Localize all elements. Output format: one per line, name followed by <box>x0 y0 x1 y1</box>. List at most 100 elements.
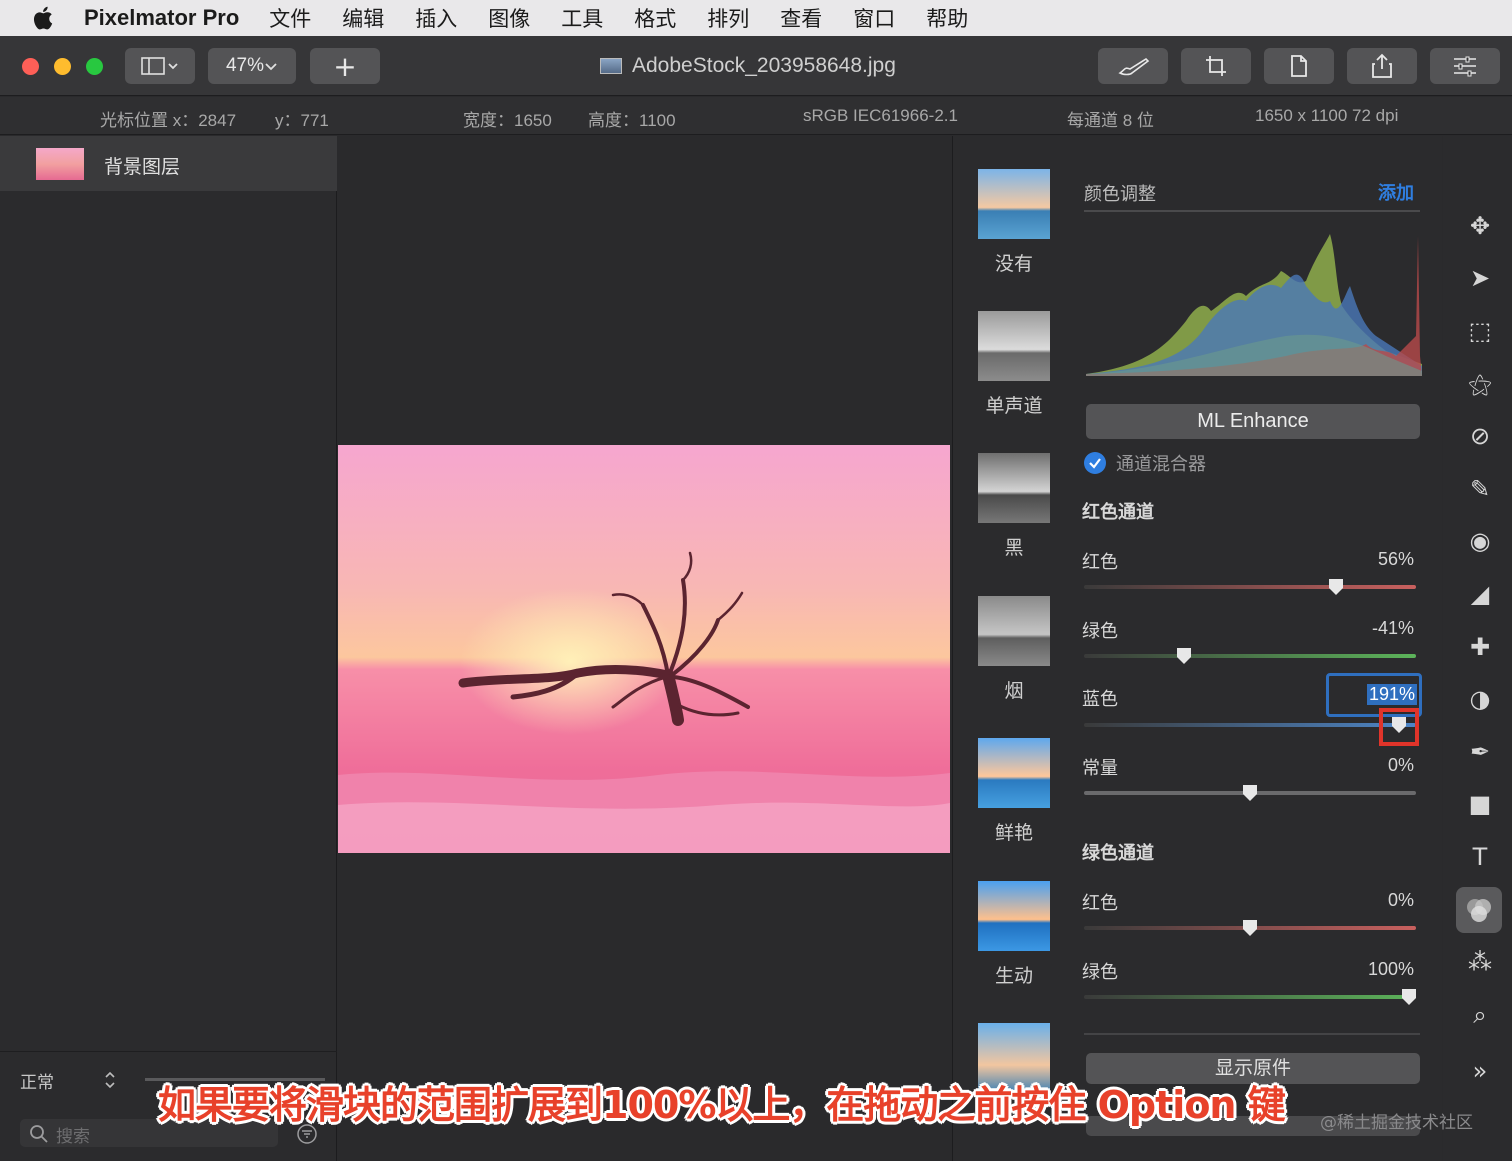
red-green-slider[interactable] <box>1084 654 1416 658</box>
menu-help[interactable]: 帮助 <box>926 3 968 33</box>
add-button[interactable]: + <box>310 48 380 84</box>
eraser-icon[interactable]: ◢ <box>1465 579 1495 609</box>
menu-window[interactable]: 窗口 <box>853 3 895 33</box>
slider-knob[interactable] <box>1240 918 1260 938</box>
histogram <box>1086 234 1422 376</box>
crop-button[interactable] <box>1181 48 1251 84</box>
zoom-dropdown[interactable]: 47% <box>208 48 296 84</box>
highlight-box <box>1379 708 1420 746</box>
presets-panel: 没有 单声道 黑 烟 鲜艳 生动 <box>952 136 1072 1161</box>
slider-knob[interactable] <box>1326 577 1346 597</box>
document-title: AdobeStock_203958648.jpg <box>600 54 896 78</box>
section-divider <box>1084 1033 1420 1035</box>
preset-thumbnail <box>978 169 1050 239</box>
image-canvas[interactable] <box>338 136 951 1161</box>
panel-divider <box>0 1051 337 1052</box>
close-window-button[interactable] <box>22 58 39 75</box>
slider-knob[interactable] <box>1399 987 1419 1007</box>
menu-view[interactable]: 查看 <box>780 3 822 33</box>
watermark: @稀土掘金技术社区 <box>1320 1113 1473 1133</box>
document-format-icon <box>1291 55 1307 77</box>
red-constant-value[interactable]: 0% <box>1334 755 1414 776</box>
format-button[interactable] <box>1264 48 1334 84</box>
preset-smoke[interactable]: 烟 <box>978 596 1050 703</box>
repair-tool-icon[interactable]: ✚ <box>1465 632 1495 662</box>
share-button[interactable] <box>1347 48 1417 84</box>
tutorial-caption: 如果要将滑块的范围扩展到100%以上，在拖动之前按住 Option 键 <box>158 1083 1286 1127</box>
menu-image[interactable]: 图像 <box>488 3 530 33</box>
zoom-window-button[interactable] <box>86 58 103 75</box>
preset-thumbnail <box>978 311 1050 381</box>
menu-bar: Pixelmator Pro 文件 编辑 插入 图像 工具 格式 排列 查看 窗… <box>0 0 1512 36</box>
magic-wand-icon[interactable]: ⚝ <box>1465 369 1495 399</box>
app-menu[interactable]: Pixelmator Pro <box>84 5 239 31</box>
shape-tool-icon[interactable]: ■ <box>1465 789 1495 819</box>
blend-mode-select[interactable]: 正常 <box>20 1068 54 1093</box>
more-tools-icon[interactable]: » <box>1465 1056 1495 1086</box>
red-channel-title: 红色通道 <box>1082 502 1154 523</box>
paint-brush-icon[interactable]: ✎ <box>1465 474 1495 504</box>
crop-icon <box>1206 56 1226 76</box>
green-green-value[interactable]: 100% <box>1334 959 1414 980</box>
stepper-icon[interactable] <box>103 1070 117 1090</box>
clone-tool-icon[interactable]: ◑ <box>1465 684 1495 714</box>
search-placeholder: 搜索 <box>56 1127 90 1147</box>
red-red-value[interactable]: 56% <box>1334 549 1414 570</box>
preset-label: 黑 <box>1004 537 1024 559</box>
select-tool-icon[interactable]: ➤ <box>1465 263 1495 293</box>
tools-strip: ✥ ➤ ⬚ ⚝ ⊘ ✎ ◉ ◢ ✚ ◑ ✒ ■ T ⁂ ⌕ » <box>1443 136 1512 1161</box>
add-adjustment-link[interactable]: 添加 <box>1378 179 1414 205</box>
chevron-down-icon <box>265 63 277 71</box>
preset-vivid[interactable]: 生动 <box>978 881 1050 988</box>
paint-bucket-icon[interactable]: ◉ <box>1465 526 1495 556</box>
selection-tool-icon[interactable]: ⬚ <box>1465 316 1495 346</box>
menu-arrange[interactable]: 排列 <box>707 3 749 33</box>
adjustments-header: 颜色调整 <box>1084 184 1156 205</box>
red-red-label: 红色 <box>1082 552 1118 573</box>
color-adjust-tool-button[interactable] <box>1456 887 1502 933</box>
slider-knob[interactable] <box>1240 783 1260 803</box>
preset-black[interactable]: 黑 <box>978 453 1050 560</box>
document-name: AdobeStock_203958648.jpg <box>632 54 896 77</box>
adjustments-button[interactable] <box>1430 48 1500 84</box>
preset-thumbnail <box>978 596 1050 666</box>
green-channel-title: 绿色通道 <box>1082 843 1154 864</box>
arrange-tool-icon[interactable]: ✥ <box>1465 211 1495 241</box>
zoom-value: 47% <box>225 55 265 76</box>
preset-mono[interactable]: 单声道 <box>978 311 1050 418</box>
red-red-slider[interactable] <box>1084 585 1416 589</box>
image-resolution: 1650 x 1100 72 dpi <box>1255 106 1399 125</box>
menu-edit[interactable]: 编辑 <box>342 3 384 33</box>
zoom-tool-icon[interactable]: ⌕ <box>1465 1000 1495 1030</box>
apple-icon[interactable] <box>30 4 58 32</box>
layer-row[interactable]: 背景图层 <box>0 136 337 191</box>
menu-insert[interactable]: 插入 <box>415 3 457 33</box>
preset-label: 鲜艳 <box>994 822 1033 844</box>
preset-vibrant[interactable]: 鲜艳 <box>978 738 1050 845</box>
color-picker-icon[interactable]: ⊘ <box>1465 421 1495 451</box>
minimize-window-button[interactable] <box>54 58 71 75</box>
green-red-value[interactable]: 0% <box>1334 890 1414 911</box>
preset-none[interactable]: 没有 <box>978 169 1050 276</box>
edit-tools-button[interactable] <box>1098 48 1168 84</box>
sidebar-toggle-button[interactable] <box>125 48 195 84</box>
green-red-label: 红色 <box>1082 893 1118 914</box>
menu-format[interactable]: 格式 <box>634 3 676 33</box>
red-blue-value[interactable]: 191% <box>1366 684 1417 705</box>
adjustments-panel: 颜色调整 添加 ML Enhance 通道混合器 红色通道 红色 56% 绿色 … <box>1072 136 1442 1161</box>
type-tool-icon[interactable]: T <box>1465 842 1495 872</box>
color-profile: sRGB IEC61966-2.1 <box>803 106 958 125</box>
menu-tools[interactable]: 工具 <box>561 3 603 33</box>
slider-knob[interactable] <box>1174 646 1194 666</box>
mixer-title[interactable]: 通道混合器 <box>1116 450 1206 476</box>
menu-file[interactable]: 文件 <box>269 3 311 33</box>
green-green-slider[interactable] <box>1084 995 1416 999</box>
ml-enhance-button[interactable]: ML Enhance <box>1086 404 1420 439</box>
plus-icon: + <box>333 49 357 83</box>
effects-tool-icon[interactable]: ⁂ <box>1465 947 1495 977</box>
red-green-value[interactable]: -41% <box>1334 618 1414 639</box>
mixer-enable-checkbox[interactable] <box>1084 452 1106 474</box>
cursor-x-readout: 光标位置 x：2847 <box>100 111 237 130</box>
red-blue-slider[interactable] <box>1084 723 1416 727</box>
pen-tool-icon[interactable]: ✒ <box>1465 737 1495 767</box>
